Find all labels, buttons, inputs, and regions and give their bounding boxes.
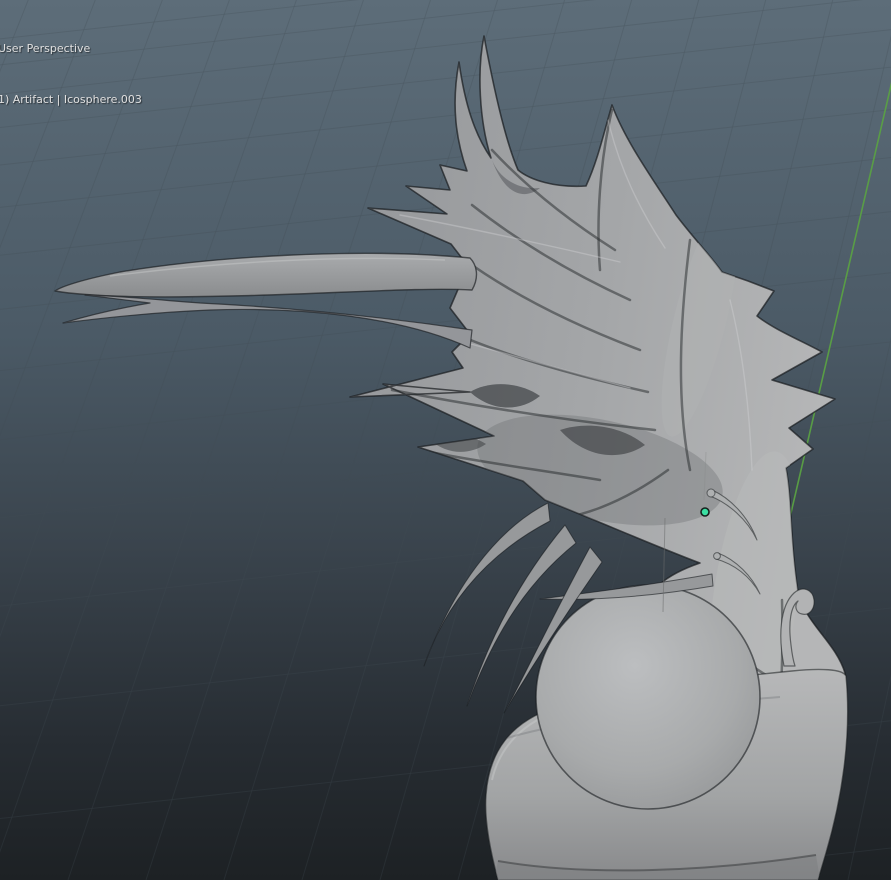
3d-viewport[interactable]: User Perspective 1) Artifact | Icosphere…: [0, 0, 891, 880]
viewport-canvas[interactable]: [0, 0, 891, 880]
icosphere-mesh[interactable]: [536, 585, 760, 809]
origin-dot: [701, 508, 709, 516]
